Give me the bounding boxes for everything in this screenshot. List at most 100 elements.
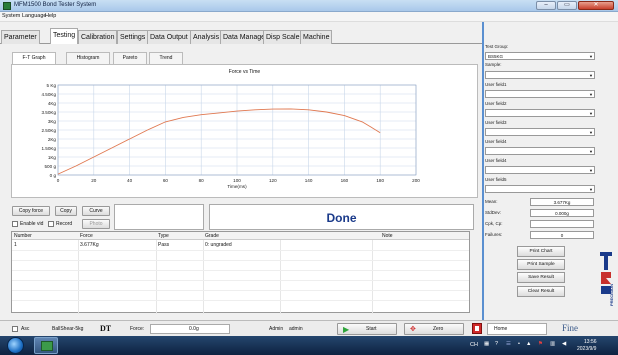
x-tick-label: 200	[412, 178, 420, 183]
table-row-type[interactable]: Pass	[158, 242, 169, 248]
clock-time[interactable]: 13:56	[584, 339, 597, 345]
print-sample-button[interactable]: Print Sample	[517, 259, 565, 270]
dropdown-arrow-icon: ▼	[589, 149, 593, 154]
header-number: Number	[14, 233, 32, 239]
maximize-button[interactable]: ▭	[557, 1, 577, 10]
main-tab-bar: Parameter Testing Calibration Settings D…	[0, 22, 482, 44]
home-button[interactable]: Home	[487, 323, 547, 335]
load-cell-name: BallShear-5kg	[52, 326, 84, 332]
language-indicator[interactable]: CH	[470, 342, 478, 348]
network-icon[interactable]: ▥	[550, 341, 555, 347]
taskbar-app-button[interactable]	[34, 337, 58, 354]
dropdown-arrow-icon: ▼	[589, 92, 593, 97]
clear-result-button[interactable]: Clear Result	[517, 286, 565, 297]
crosshair-icon: ✥	[410, 326, 416, 333]
start-button[interactable]: ▶ Start	[337, 323, 397, 335]
y-tick-label: 500 g	[45, 164, 57, 169]
dt-indicator: DT	[100, 324, 112, 333]
stddev-value: 0.000g	[530, 209, 594, 217]
help-icon[interactable]: ?	[495, 341, 498, 347]
user-role: Admin	[269, 326, 284, 332]
force-label: Force:	[130, 326, 145, 332]
subtab-pareto[interactable]: Pareto	[113, 52, 147, 64]
table-row-grade[interactable]: 0: ungraded	[205, 242, 232, 248]
results-table: Number Force Type Grade Note 1 3.677Kg P…	[11, 231, 470, 314]
copy-button[interactable]: Copy	[55, 206, 77, 216]
ime-icon[interactable]: ☰	[506, 341, 511, 347]
force-readout: 0.0g	[150, 324, 230, 334]
user-field5-select[interactable]: ▼	[485, 185, 595, 193]
tab-testing[interactable]: Testing	[50, 28, 79, 44]
asc-checkbox[interactable]	[12, 326, 18, 332]
menu-system[interactable]: System	[2, 13, 20, 19]
user-name: admin	[289, 326, 303, 332]
table-row-force[interactable]: 3.677Kg	[80, 242, 99, 248]
home-icon[interactable]	[472, 323, 482, 334]
menu-language[interactable]: Language	[22, 13, 46, 19]
tab-parameter[interactable]: Parameter	[1, 30, 40, 44]
windows-start-icon[interactable]	[7, 337, 24, 354]
tab-calibration[interactable]: Calibration	[78, 30, 118, 44]
save-result-button[interactable]: Save Result	[517, 272, 565, 283]
tab-data-output[interactable]: Data Output	[147, 30, 191, 44]
y-tick-label: 4.50Kg	[41, 92, 56, 97]
header-grade: Grade	[205, 233, 219, 239]
photo-button[interactable]: Photo	[82, 219, 110, 229]
volume-icon[interactable]: ◀	[562, 341, 566, 347]
tru-precision-logo: PRECISION	[600, 252, 614, 306]
title-bar: MFM1500 Bond Tester System – ▭ ✕	[0, 0, 618, 12]
test-group-select[interactable]: BS5KG ▼	[485, 52, 595, 60]
clock-date[interactable]: 2023/9/9	[577, 346, 596, 352]
dropdown-arrow-icon: ▼	[589, 73, 593, 78]
user-field4-select[interactable]: ▼	[485, 147, 595, 155]
y-tick-label: 4Kg	[48, 101, 57, 106]
header-note: Note	[382, 233, 393, 239]
user-field2-select[interactable]: ▼	[485, 109, 595, 117]
subtab-trend[interactable]: Trend	[149, 52, 183, 64]
enable-vid-checkbox[interactable]	[12, 221, 18, 227]
print-chart-button[interactable]: Print Chart	[517, 246, 565, 257]
tab-disp-scale[interactable]: Disp Scale	[263, 30, 303, 44]
y-tick-label: 5 Kg	[47, 83, 57, 88]
graph-panel: Force vs Time 0 g 500 g 1Kg 1.50Kg 2Kg 2.50Kg…	[11, 64, 478, 198]
force-curve-line	[57, 108, 381, 175]
user-field1-select[interactable]: ▼	[485, 90, 595, 98]
keyboard-icon[interactable]: ▦	[484, 341, 489, 347]
tab-machine[interactable]: Machine	[300, 30, 333, 44]
y-tick-label: 3.50Kg	[41, 110, 56, 115]
y-tick-label: 1Kg	[48, 155, 57, 160]
y-tick-label: 3Kg	[48, 119, 57, 124]
window-title: MFM1500 Bond Tester System	[14, 2, 97, 8]
record-checkbox[interactable]	[48, 221, 54, 227]
status-bar: Asc BallShear-5kg DT Force: 0.0g Admin a…	[0, 320, 618, 336]
menu-help[interactable]: Help	[45, 13, 56, 19]
tab-analysis[interactable]: Analysis	[190, 30, 223, 44]
flag-icon[interactable]: ⚑	[538, 341, 543, 347]
subtab-histogram[interactable]: Histogram	[66, 52, 110, 64]
user-field4b-label: User field4	[485, 158, 507, 163]
x-tick-label: 40	[127, 178, 133, 183]
tab-settings[interactable]: Settings	[117, 30, 149, 44]
close-button[interactable]: ✕	[578, 1, 614, 10]
dot-icon: •	[518, 341, 520, 347]
tab-data-manage[interactable]: Data Manage	[220, 30, 269, 44]
x-tick-label: 100	[233, 178, 241, 183]
asc-label: Asc	[21, 326, 30, 332]
dropdown-arrow-icon: ▼	[589, 187, 593, 192]
expand-tray-icon[interactable]: ▲	[526, 341, 531, 347]
minimize-button[interactable]: –	[536, 1, 556, 10]
app-icon	[3, 2, 11, 10]
status-display: Done	[209, 204, 474, 230]
header-type: Type	[158, 233, 169, 239]
fine-mode: Fine	[562, 323, 579, 333]
x-tick-label: 140	[305, 178, 313, 183]
table-row-number[interactable]: 1	[14, 242, 17, 248]
user-field4b-select[interactable]: ▼	[485, 166, 595, 174]
curve-button[interactable]: Curve	[82, 206, 110, 216]
copy-force-button[interactable]: Copy force	[12, 206, 50, 216]
zero-button[interactable]: ✥ Zero	[404, 323, 464, 335]
user-field3-select[interactable]: ▼	[485, 128, 595, 136]
sample-select[interactable]: ▼	[485, 71, 595, 79]
status-text: Done	[326, 211, 357, 225]
taskbar: CH ▦ ? ☰ • ▲ ⚑ ▥ ◀ 13:56 2023/9/9	[0, 336, 618, 355]
